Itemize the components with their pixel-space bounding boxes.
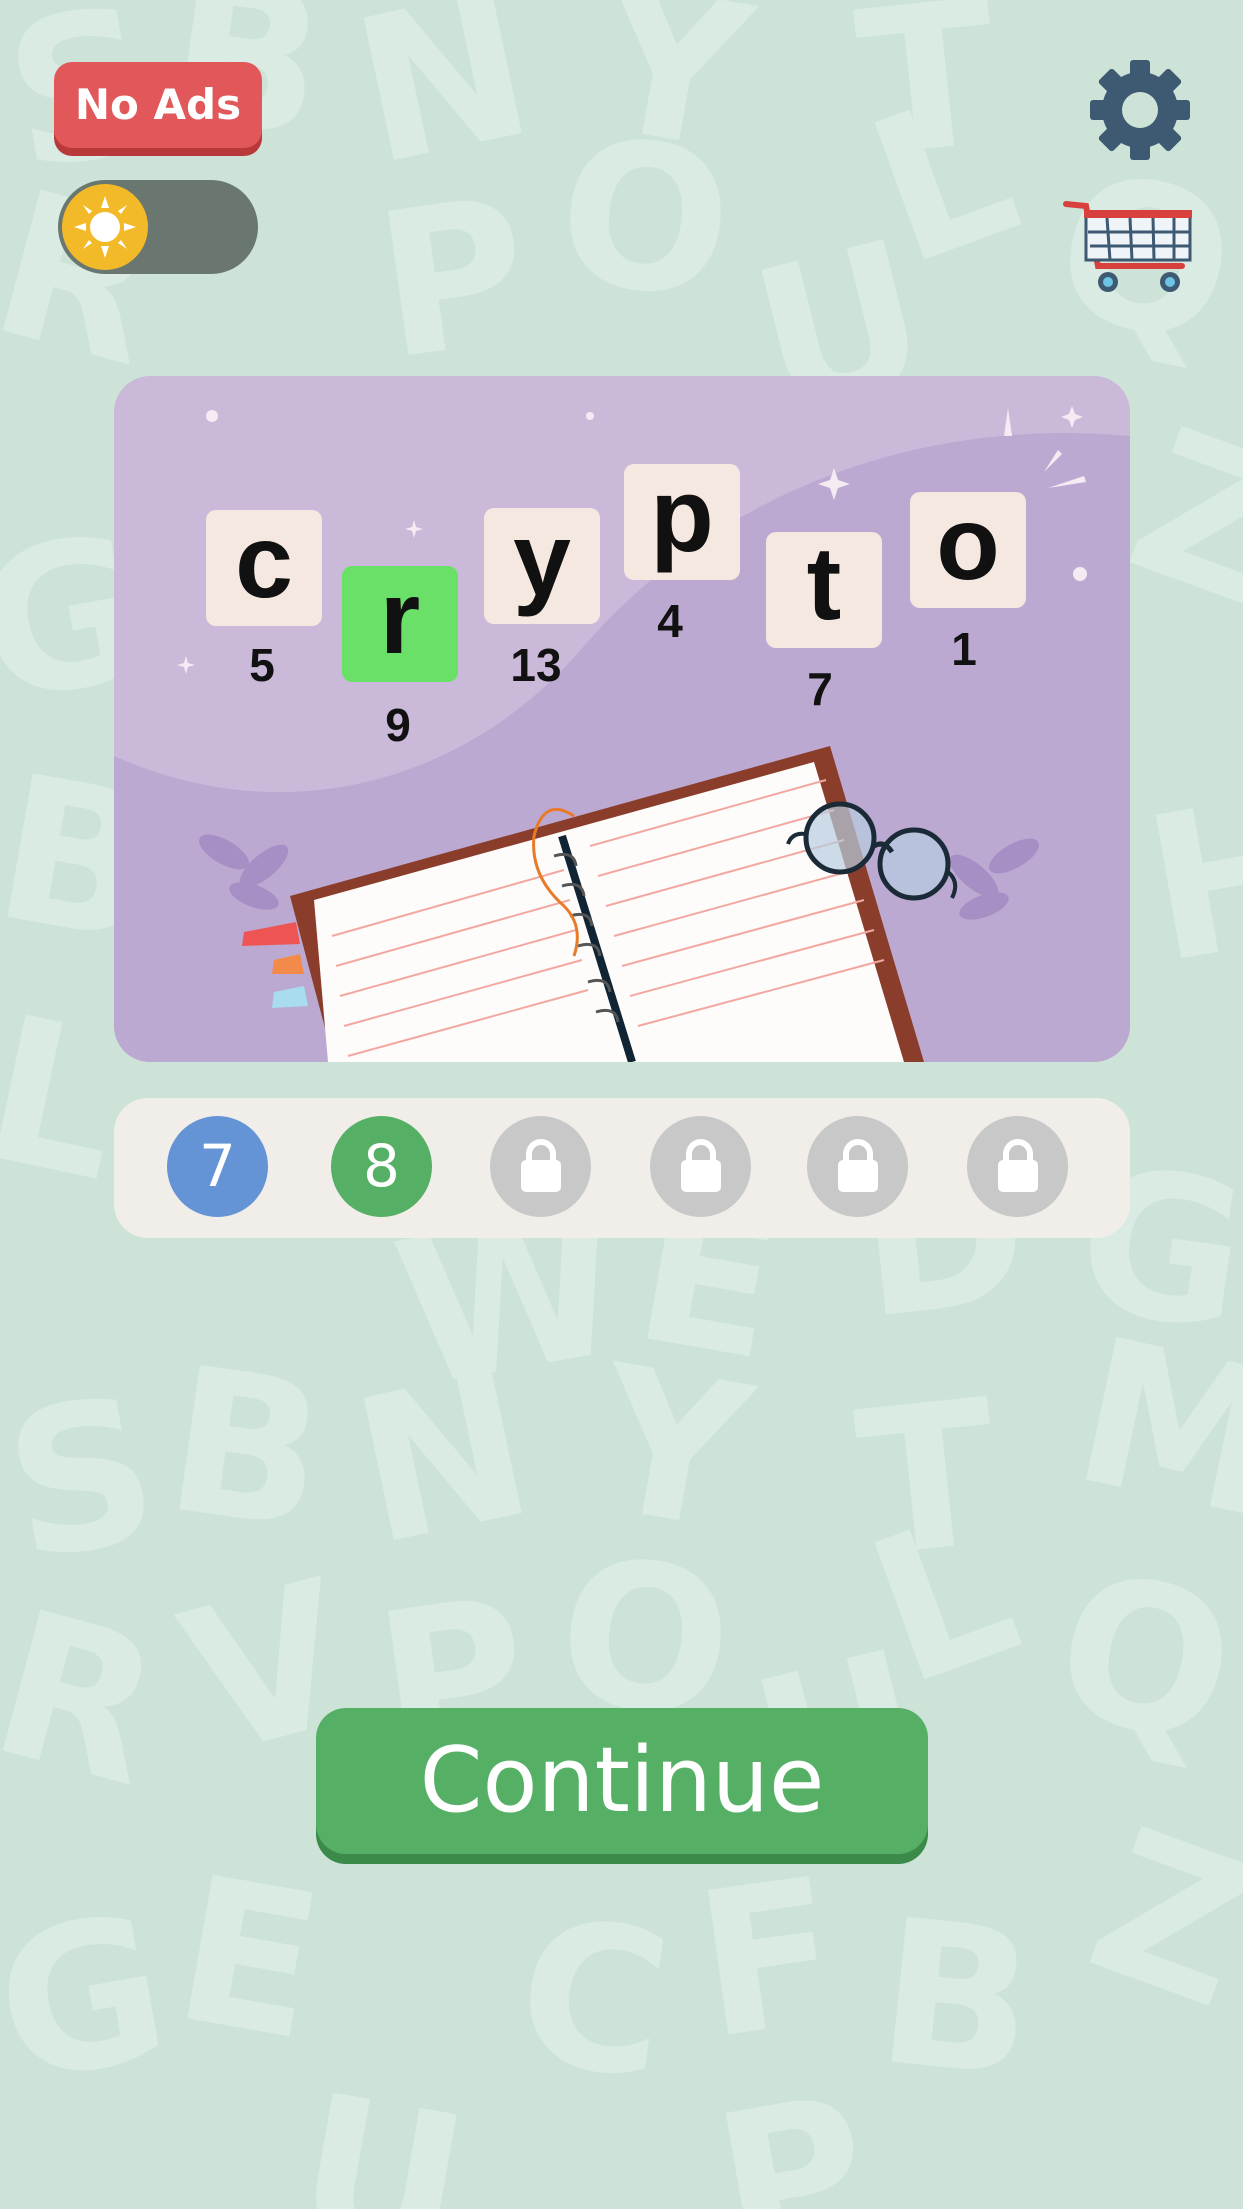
notebook-illustration	[114, 406, 1130, 1062]
level-button-locked[interactable]	[967, 1116, 1068, 1217]
letter-number: 7	[807, 663, 833, 715]
level-progress-bar: 7 8	[114, 1098, 1130, 1238]
letter-number: 4	[657, 595, 683, 647]
gear-icon[interactable]	[1088, 58, 1192, 162]
theme-toggle[interactable]	[58, 180, 258, 274]
level-button-current[interactable]: 8	[331, 1116, 432, 1217]
level-button-completed[interactable]: 7	[167, 1116, 268, 1217]
sun-icon	[62, 184, 148, 270]
letter-number: 13	[510, 639, 562, 691]
lock-icon	[681, 1139, 721, 1192]
letter-number: 1	[951, 623, 977, 675]
lock-icon	[521, 1139, 561, 1192]
continue-button[interactable]: Continue	[316, 1708, 928, 1854]
level-button-locked[interactable]	[807, 1116, 908, 1217]
level-button-locked[interactable]	[650, 1116, 751, 1217]
letter-tile: y	[484, 508, 600, 624]
letter-number: 5	[249, 639, 275, 691]
letter-tile-highlighted: r	[342, 566, 458, 682]
letter-number: 9	[385, 699, 411, 751]
lock-icon	[838, 1139, 878, 1192]
puzzle-image-card: c 5 r 9 y 13 p 4 t 7 o 1	[114, 376, 1130, 1062]
no-ads-button[interactable]: No Ads	[54, 62, 262, 148]
level-button-locked[interactable]	[490, 1116, 591, 1217]
lock-icon	[998, 1139, 1038, 1192]
shopping-cart-icon[interactable]	[1062, 196, 1196, 296]
letter-tile: o	[910, 492, 1026, 608]
letter-tile: c	[206, 510, 322, 626]
letter-tile: p	[624, 464, 740, 580]
letter-tile: t	[766, 532, 882, 648]
